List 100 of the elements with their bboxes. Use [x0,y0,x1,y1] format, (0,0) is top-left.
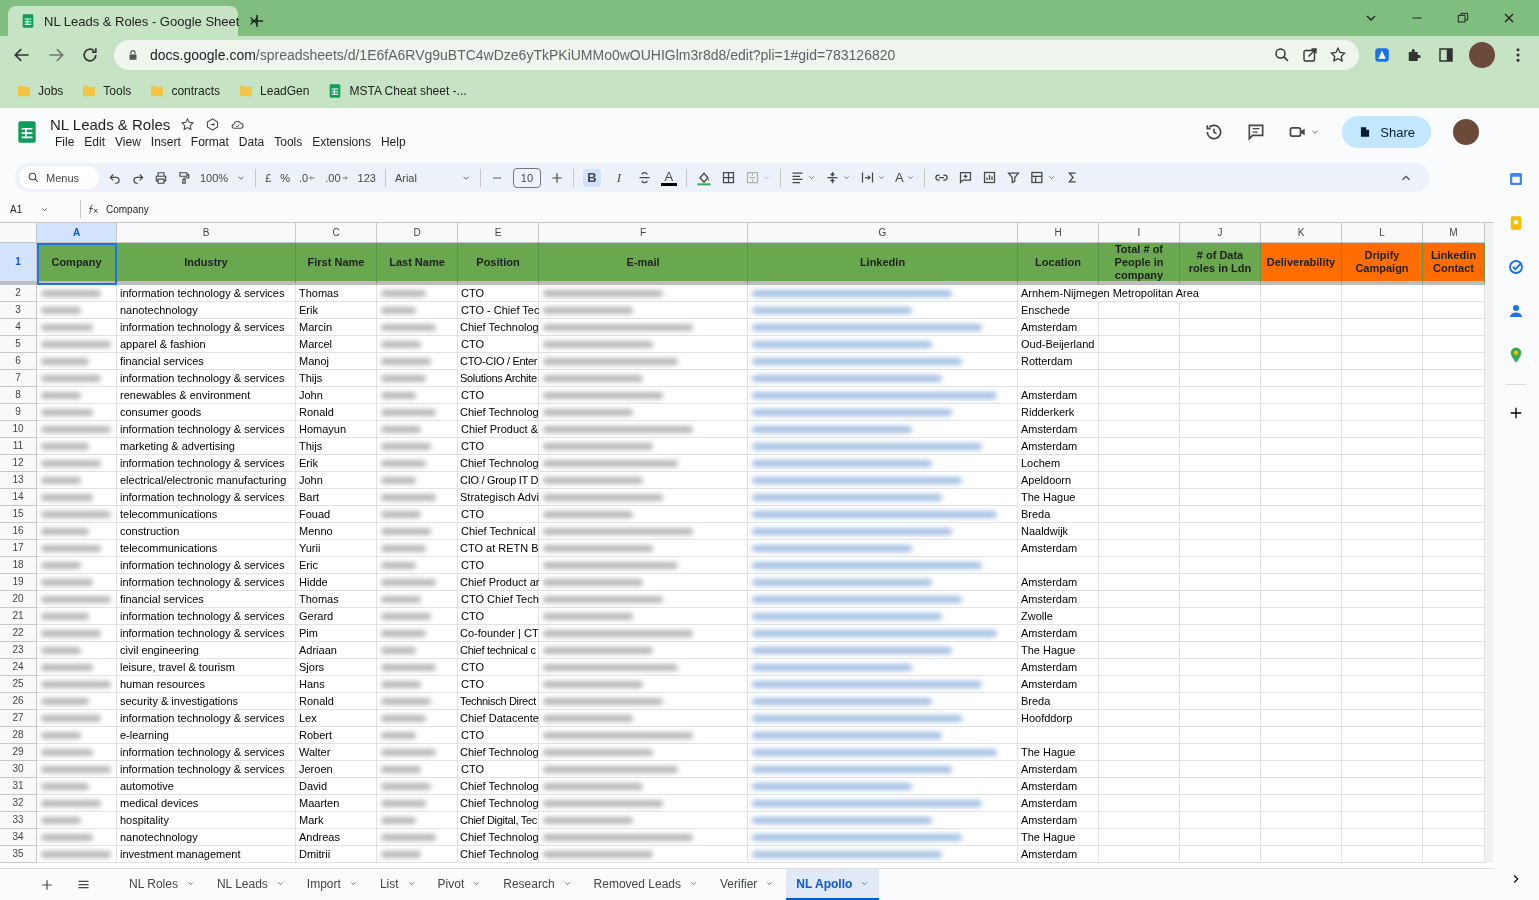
empty-cell[interactable] [1261,455,1342,472]
zoom-dropdown[interactable]: 100% [200,171,247,184]
empty-cell[interactable] [1261,608,1342,625]
empty-cell[interactable] [1261,574,1342,591]
row-number[interactable]: 16 [0,523,37,540]
empty-cell[interactable] [1423,557,1485,574]
text-color-button[interactable]: A [660,169,677,186]
empty-cell[interactable] [1342,829,1423,846]
print-icon[interactable] [154,170,168,185]
empty-cell[interactable] [1261,659,1342,676]
bookmark[interactable]: LeadGen [238,83,310,99]
decimal-increase-button[interactable]: .00 [325,171,349,184]
comment-icon[interactable] [1246,122,1267,142]
empty-cell[interactable] [1261,744,1342,761]
empty-cell[interactable] [1099,693,1180,710]
empty-cell[interactable] [1423,540,1485,557]
empty-cell[interactable] [1180,302,1261,319]
empty-cell[interactable] [1342,761,1423,778]
empty-cell[interactable] [1099,625,1180,642]
empty-cell[interactable] [1261,625,1342,642]
calendar-icon[interactable] [1507,170,1525,188]
row-number[interactable]: 10 [0,421,37,438]
decimal-decrease-button[interactable]: .0 [299,171,317,184]
text-rotation-button[interactable]: A [894,170,915,185]
row-number[interactable]: 25 [0,676,37,693]
empty-cell[interactable] [1423,727,1485,744]
empty-cell[interactable] [1423,574,1485,591]
empty-cell[interactable] [1099,336,1180,353]
empty-cell[interactable] [1099,557,1180,574]
merge-icon[interactable] [744,170,771,185]
empty-cell[interactable] [1180,693,1261,710]
empty-cell[interactable] [1261,489,1342,506]
empty-cell[interactable] [1423,472,1485,489]
empty-cell[interactable] [1342,676,1423,693]
row-number[interactable]: 1 [0,243,37,285]
header-cell[interactable]: Dripify Campaign [1342,243,1423,285]
empty-cell[interactable] [1342,795,1423,812]
empty-cell[interactable] [1180,659,1261,676]
new-tab-icon[interactable] [248,12,266,30]
name-box[interactable]: A1 [10,203,74,215]
empty-cell[interactable] [1180,523,1261,540]
empty-cell[interactable] [1180,727,1261,744]
row-number[interactable]: 14 [0,489,37,506]
header-cell[interactable]: Deliverability [1261,243,1342,285]
chart-icon[interactable] [981,170,997,185]
empty-cell[interactable] [1423,438,1485,455]
empty-cell[interactable] [1423,336,1485,353]
empty-cell[interactable] [1180,625,1261,642]
header-cell[interactable]: Position [458,243,539,285]
row-number[interactable]: 20 [0,591,37,608]
empty-cell[interactable] [1423,285,1485,302]
empty-cell[interactable] [1261,591,1342,608]
address-bar[interactable]: docs.google.com/spreadsheets/d/1E6fA6RVg9uBTC4wDze6yTkPKiUMMo0wOUHIGlm3r8d8/edit?pli=1#gid=783126820 [114,40,1359,70]
empty-cell[interactable] [1342,302,1423,319]
empty-cell[interactable] [1180,540,1261,557]
row-number[interactable]: 2 [0,285,37,302]
empty-cell[interactable] [1423,676,1485,693]
empty-cell[interactable] [1099,472,1180,489]
empty-cell[interactable] [1099,353,1180,370]
empty-cell[interactable] [1099,659,1180,676]
empty-cell[interactable] [1261,404,1342,421]
column-header[interactable]: C [296,223,377,243]
empty-cell[interactable] [1342,693,1423,710]
empty-cell[interactable] [1180,370,1261,387]
empty-cell[interactable] [1180,744,1261,761]
empty-cell[interactable] [1261,285,1342,302]
row-number[interactable]: 28 [0,727,37,744]
empty-cell[interactable] [1180,421,1261,438]
empty-cell[interactable] [1099,506,1180,523]
empty-cell[interactable] [1180,642,1261,659]
empty-cell[interactable] [1261,642,1342,659]
empty-cell[interactable] [1423,693,1485,710]
sheet-tab[interactable]: Verifier [710,869,785,900]
empty-cell[interactable] [1423,421,1485,438]
sheet-tab[interactable]: NL Leads [206,869,295,900]
empty-cell[interactable] [1261,693,1342,710]
empty-cell[interactable] [1261,421,1342,438]
empty-cell[interactable] [1180,353,1261,370]
empty-cell[interactable] [1261,812,1342,829]
empty-cell[interactable] [1099,642,1180,659]
sheet-tab[interactable]: NL Apollo [786,869,880,900]
row-number[interactable]: 5 [0,336,37,353]
empty-cell[interactable] [1180,676,1261,693]
empty-cell[interactable] [1180,829,1261,846]
column-header[interactable]: I [1099,223,1180,243]
empty-cell[interactable] [1423,778,1485,795]
menu-item[interactable]: Tools [269,134,308,149]
empty-cell[interactable] [1099,302,1180,319]
empty-cell[interactable] [1099,591,1180,608]
contacts-icon[interactable] [1507,302,1525,320]
empty-cell[interactable] [1180,846,1261,863]
row-number[interactable]: 34 [0,829,37,846]
empty-cell[interactable] [1342,489,1423,506]
bookmark[interactable]: Tools [81,83,132,99]
column-header[interactable]: D [377,223,458,243]
empty-cell[interactable] [1423,608,1485,625]
percent-button[interactable]: % [280,171,291,184]
empty-cell[interactable] [1342,744,1423,761]
empty-cell[interactable] [1342,404,1423,421]
empty-cell[interactable] [1342,812,1423,829]
